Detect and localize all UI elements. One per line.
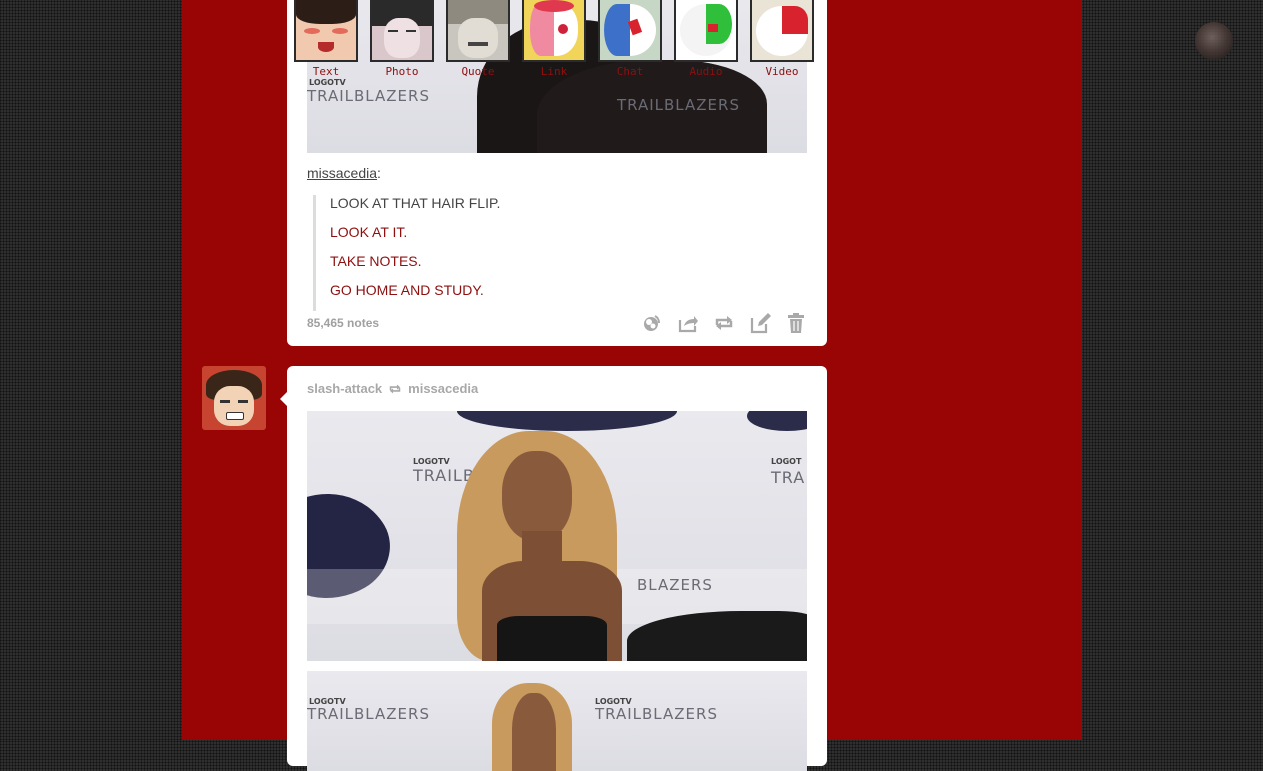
post-type-text-button[interactable]: Text	[294, 0, 358, 80]
post-type-video-button[interactable]: Video	[750, 0, 814, 80]
reblog-icon[interactable]	[713, 312, 735, 334]
post-type-label: Text	[312, 65, 340, 78]
post-type-label: Quote	[461, 65, 495, 78]
source-user-link[interactable]: missacedia	[307, 165, 377, 181]
post-type-audio-button[interactable]: Audio	[674, 0, 738, 80]
delete-icon[interactable]	[785, 312, 807, 334]
post-card: slash-attack missacedia LOGOTV TRAILBLAZ…	[287, 366, 827, 771]
edit-icon[interactable]	[749, 312, 771, 334]
blue-bear-icon	[598, 0, 662, 62]
post-photo[interactable]: LOGOTV TRAILBLAZERS LOGOTV TRAILBLAZERS	[307, 671, 807, 771]
photo-logo-mid: BLAZERS	[637, 576, 713, 594]
quote-line: LOOK AT IT.	[330, 224, 408, 240]
origin-link[interactable]: missacedia	[408, 381, 478, 396]
photo-logo-right: TRAILBLAZERS	[617, 96, 740, 114]
post-type-label: Link	[540, 65, 568, 78]
photo-subject-face	[502, 451, 572, 541]
post-type-quote-button[interactable]: Quote	[446, 0, 510, 80]
reblog-arrow-icon	[389, 384, 401, 393]
reblog-header: slash-attack missacedia	[307, 381, 478, 396]
post-type-label: Video	[765, 65, 799, 78]
photo-logo-small: LOGOT	[771, 457, 802, 466]
photo-logo-right: TRA	[771, 468, 806, 487]
share-icon[interactable]	[677, 312, 699, 334]
notes-count[interactable]: 85,465 notes	[307, 316, 379, 330]
photo-logo-left: TRAILBLAZERS	[307, 705, 430, 723]
crying-boy-icon	[294, 0, 358, 62]
user-avatar-icon[interactable]	[1195, 22, 1233, 60]
post-type-label: Photo	[385, 65, 419, 78]
post-type-bar: Text Photo Quote Link Chat Audio Video	[294, 0, 814, 80]
like-icon[interactable]	[641, 312, 663, 334]
photo-logo-small: LOGOTV	[413, 457, 450, 466]
reblogger-avatar[interactable]	[202, 366, 266, 430]
quote-line: LOOK AT THAT HAIR FLIP.	[330, 195, 501, 211]
post-type-label: Audio	[689, 65, 723, 78]
reblogger-link[interactable]: slash-attack	[307, 381, 382, 396]
dark-haired-man-icon	[370, 0, 434, 62]
quote-line: TAKE NOTES.	[330, 253, 422, 269]
post-photo[interactable]: LOGOTV TRAILBLAZ LOGOT TRA BLAZERS	[307, 411, 807, 661]
post-type-chat-button[interactable]: Chat	[598, 0, 662, 80]
photo-logo-right: TRAILBLAZERS	[595, 705, 718, 723]
quote-line: GO HOME AND STUDY.	[330, 282, 484, 298]
green-bear-icon	[674, 0, 738, 62]
quote-block: LOOK AT THAT HAIR FLIP. LOOK AT IT. TAKE…	[313, 195, 790, 311]
post-type-label: Chat	[616, 65, 644, 78]
post-type-link-button[interactable]: Link	[522, 0, 586, 80]
pink-bear-icon	[522, 0, 586, 62]
colon: :	[377, 165, 381, 181]
grinning-man-icon	[446, 0, 510, 62]
post-controls	[641, 312, 807, 334]
post-type-photo-button[interactable]: Photo	[370, 0, 434, 80]
red-bear-icon	[750, 0, 814, 62]
photo-logo-left: TRAILBLAZERS	[307, 87, 430, 105]
